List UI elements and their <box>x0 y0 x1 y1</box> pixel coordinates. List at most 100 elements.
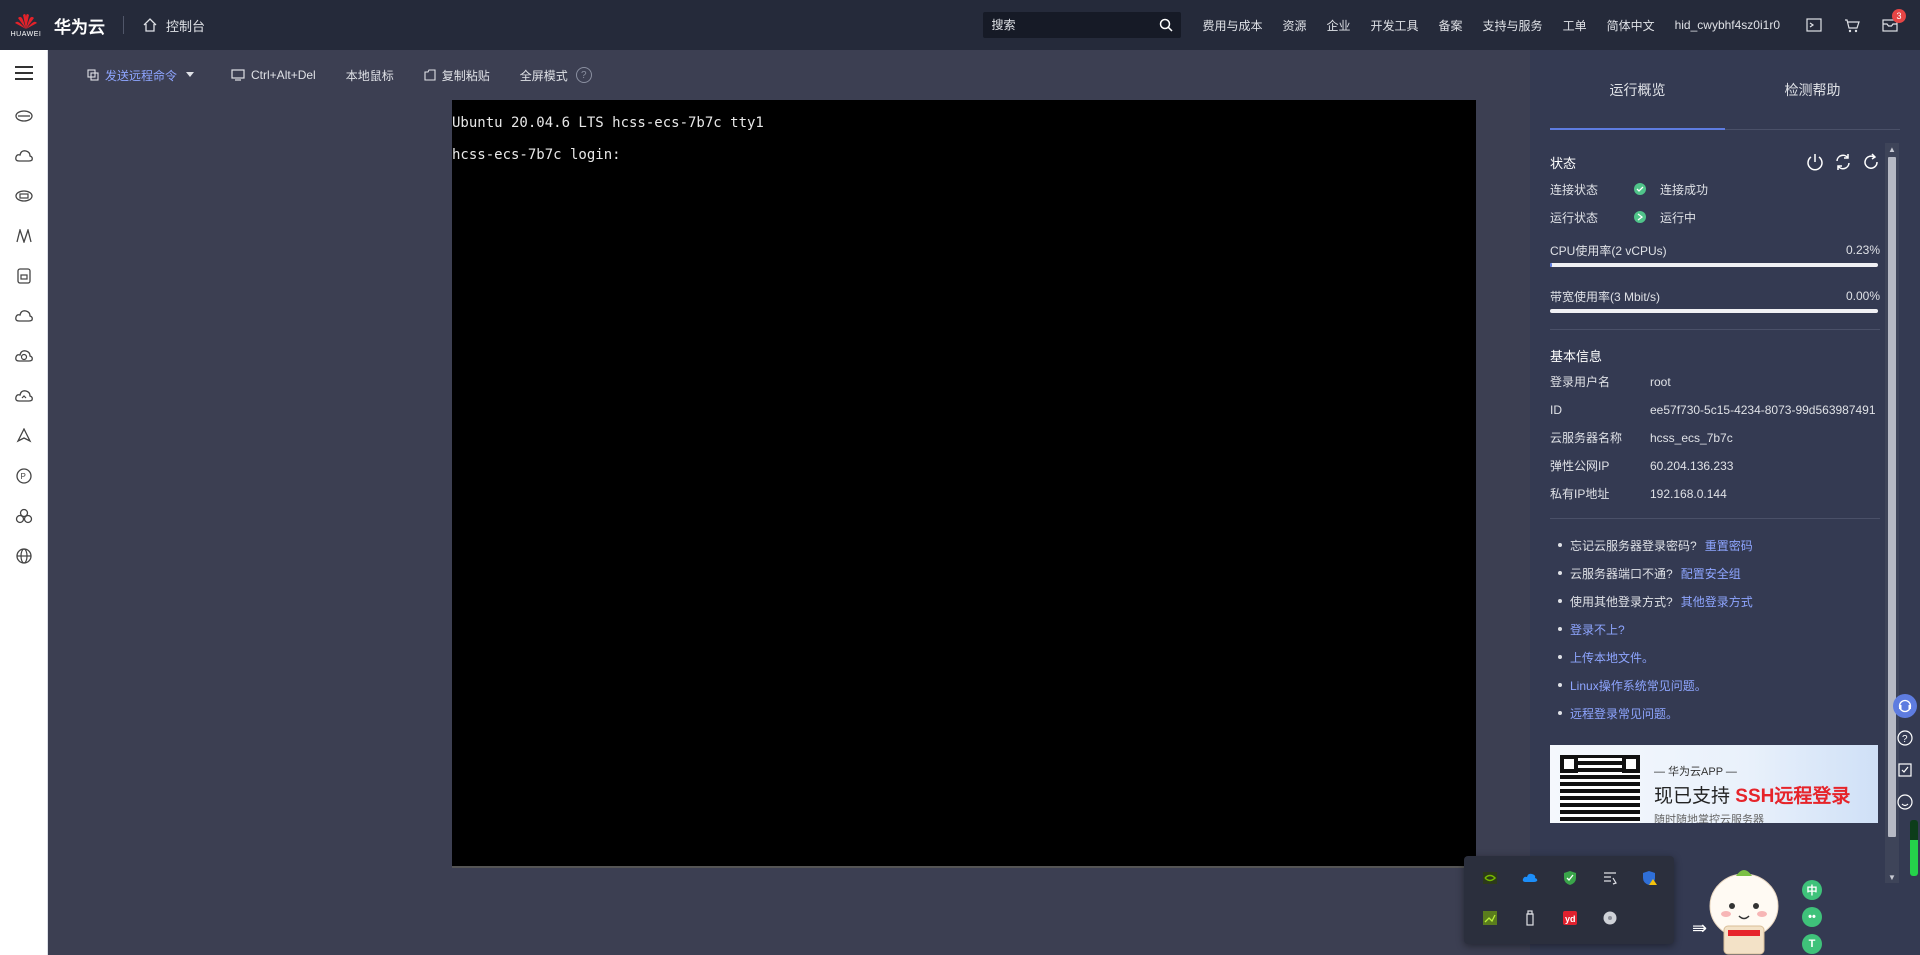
command-icon <box>87 69 99 81</box>
help-circle-icon[interactable]: ? <box>1893 726 1917 750</box>
copy-paste-button[interactable]: 复制粘贴 <box>424 67 490 84</box>
nav-support[interactable]: 支持与服务 <box>1483 17 1543 34</box>
tip-security-group: 云服务器端口不通? 配置安全组 <box>1558 559 1880 587</box>
home-icon <box>143 18 157 32</box>
info-label: 登录用户名 <box>1550 375 1611 389</box>
app-promo-banner[interactable]: — 华为云APP — 现已支持 SSH远程登录 随时随地掌控云服务器 <box>1550 745 1878 823</box>
info-value: hcss_ecs_7b7c <box>1650 431 1733 445</box>
nav-language[interactable]: 简体中文 <box>1607 17 1655 34</box>
cloud-icon[interactable] <box>0 296 48 336</box>
other-login-link[interactable]: 其他登录方式 <box>1681 593 1753 610</box>
svg-text:yd: yd <box>1565 914 1576 924</box>
nav-billing[interactable]: 费用与成本 <box>1202 17 1262 34</box>
left-service-rail: P <box>0 50 48 955</box>
section-divider <box>1550 518 1880 519</box>
deploy-icon[interactable] <box>0 416 48 456</box>
ctrl-alt-del-button[interactable]: Ctrl+Alt+Del <box>231 68 316 82</box>
globe-icon[interactable] <box>0 536 48 576</box>
smile-icon[interactable] <box>1893 790 1917 814</box>
cloud-backup-icon[interactable] <box>0 376 48 416</box>
shield-icon[interactable] <box>1562 870 1578 886</box>
tab-overview[interactable]: 运行概览 <box>1550 50 1725 130</box>
tip-remote-login-faq: 远程登录常见问题。 <box>1558 699 1880 727</box>
user-account[interactable]: hid_cwybhf4sz0i1r0 <box>1675 18 1780 32</box>
connection-status-value: 连接成功 <box>1660 182 1709 197</box>
usb-icon[interactable] <box>1522 910 1538 926</box>
help-icon[interactable]: ? <box>575 67 592 83</box>
nav-enterprise[interactable]: 企业 <box>1327 17 1351 34</box>
search-icon[interactable] <box>1159 18 1173 32</box>
send-command-dropdown[interactable]: 发送远程命令 <box>87 67 201 84</box>
local-mouse-button[interactable]: 本地鼠标 <box>346 67 394 84</box>
cloud-icon[interactable] <box>1522 870 1538 886</box>
tip-linux-faq: Linux操作系统常见问题。 <box>1558 671 1880 699</box>
reset-password-link[interactable]: 重置密码 <box>1705 537 1753 554</box>
media-icon[interactable] <box>1602 870 1618 886</box>
banner-app-label: — 华为云APP — <box>1654 766 1737 778</box>
mascot-shirt-icon[interactable]: T <box>1802 934 1822 954</box>
nav-icp[interactable]: 备案 <box>1439 17 1463 34</box>
nvidia-settings-icon[interactable] <box>1482 910 1498 926</box>
customer-service-icon[interactable] <box>1893 694 1917 718</box>
cannot-login-link[interactable]: 登录不上? <box>1570 621 1625 638</box>
info-row-public-ip: 弹性公网IP 60.204.136.233 <box>1550 452 1880 480</box>
caret-down-icon <box>186 72 195 77</box>
tab-diagnostics[interactable]: 检测帮助 <box>1725 50 1900 129</box>
mascot-emoji-icon[interactable]: •• <box>1802 907 1822 927</box>
nvidia-icon[interactable] <box>1482 870 1498 886</box>
scroll-down-icon[interactable]: ▼ <box>1885 871 1899 883</box>
security-group-link[interactable]: 配置安全组 <box>1681 565 1741 582</box>
refresh-icon[interactable] <box>1862 153 1880 171</box>
huawei-logo[interactable]: HUAWEI <box>0 0 52 50</box>
collapse-panel-icon[interactable]: ⇛ <box>1692 918 1707 939</box>
ecs-icon[interactable] <box>0 96 48 136</box>
qr-finder <box>1622 755 1640 773</box>
clipboard-icon <box>424 69 436 81</box>
search-box[interactable] <box>983 12 1182 38</box>
nav-devtools[interactable]: 开发工具 <box>1371 17 1419 34</box>
info-value: ee57f730-5c15-4234-8073-99d563987491 <box>1650 403 1876 417</box>
brand-name[interactable]: 华为云 <box>54 13 105 38</box>
banner-headline: 现已支持 SSH远程登录 <box>1654 781 1850 808</box>
console-link[interactable]: 控制台 <box>142 16 205 35</box>
upload-file-link[interactable]: 上传本地文件。 <box>1570 649 1654 666</box>
remote-toolbar: 发送远程命令 Ctrl+Alt+Del 本地鼠标 复制粘贴 全屏模式 ? <box>48 50 1530 100</box>
restart-icon[interactable] <box>1834 153 1852 171</box>
cart-icon[interactable] <box>1844 17 1860 33</box>
mascot-action-icon[interactable]: 中 <box>1802 880 1822 900</box>
cpu-usage-fill <box>1550 263 1552 267</box>
ip-icon[interactable]: P <box>0 456 48 496</box>
youdao-icon[interactable]: yd <box>1562 910 1578 926</box>
nav-resources[interactable]: 资源 <box>1282 17 1306 34</box>
linux-faq-link[interactable]: Linux操作系统常见问题。 <box>1570 677 1707 694</box>
remote-login-faq-link[interactable]: 远程登录常见问题。 <box>1570 705 1678 722</box>
storage-icon[interactable] <box>0 176 48 216</box>
disk-icon[interactable] <box>1602 910 1618 926</box>
svg-text:P: P <box>21 472 26 481</box>
cluster-icon[interactable] <box>0 496 48 536</box>
nav-tickets[interactable]: 工单 <box>1563 17 1587 34</box>
section-divider <box>1550 329 1880 330</box>
database-icon[interactable] <box>0 256 48 296</box>
cloud-server-icon[interactable] <box>0 136 48 176</box>
power-icon[interactable] <box>1806 153 1824 171</box>
mascot-icon[interactable] <box>1706 866 1782 955</box>
banner-headline-highlight: SSH远程登录 <box>1735 786 1851 807</box>
cdn-icon[interactable] <box>0 336 48 376</box>
feedback-icon[interactable] <box>1893 758 1917 782</box>
search-input[interactable] <box>991 18 1142 32</box>
menu-icon[interactable] <box>0 50 48 96</box>
logo-text: HUAWEI <box>10 31 42 38</box>
fullscreen-button[interactable]: 全屏模式 <box>520 67 568 84</box>
info-row-private-ip: 私有IP地址 192.168.0.144 <box>1550 480 1880 508</box>
help-tips-list: 忘记云服务器登录密码? 重置密码 云服务器端口不通? 配置安全组 使用其他登录方式?… <box>1550 531 1880 727</box>
svg-text:?: ? <box>1902 734 1908 745</box>
defender-warning-icon[interactable] <box>1642 870 1658 886</box>
message-icon[interactable]: 3 <box>1882 9 1906 33</box>
status-section-title: 状态 <box>1550 149 1880 175</box>
network-icon[interactable] <box>0 216 48 256</box>
cpu-usage-label: CPU使用率(2 vCPUs) <box>1550 243 1667 258</box>
scroll-up-icon[interactable]: ▲ <box>1885 143 1899 155</box>
cloud-shell-icon[interactable] <box>1806 17 1822 33</box>
remote-terminal[interactable]: Ubuntu 20.04.6 LTS hcss-ecs-7b7c tty1 hc… <box>452 100 1476 868</box>
